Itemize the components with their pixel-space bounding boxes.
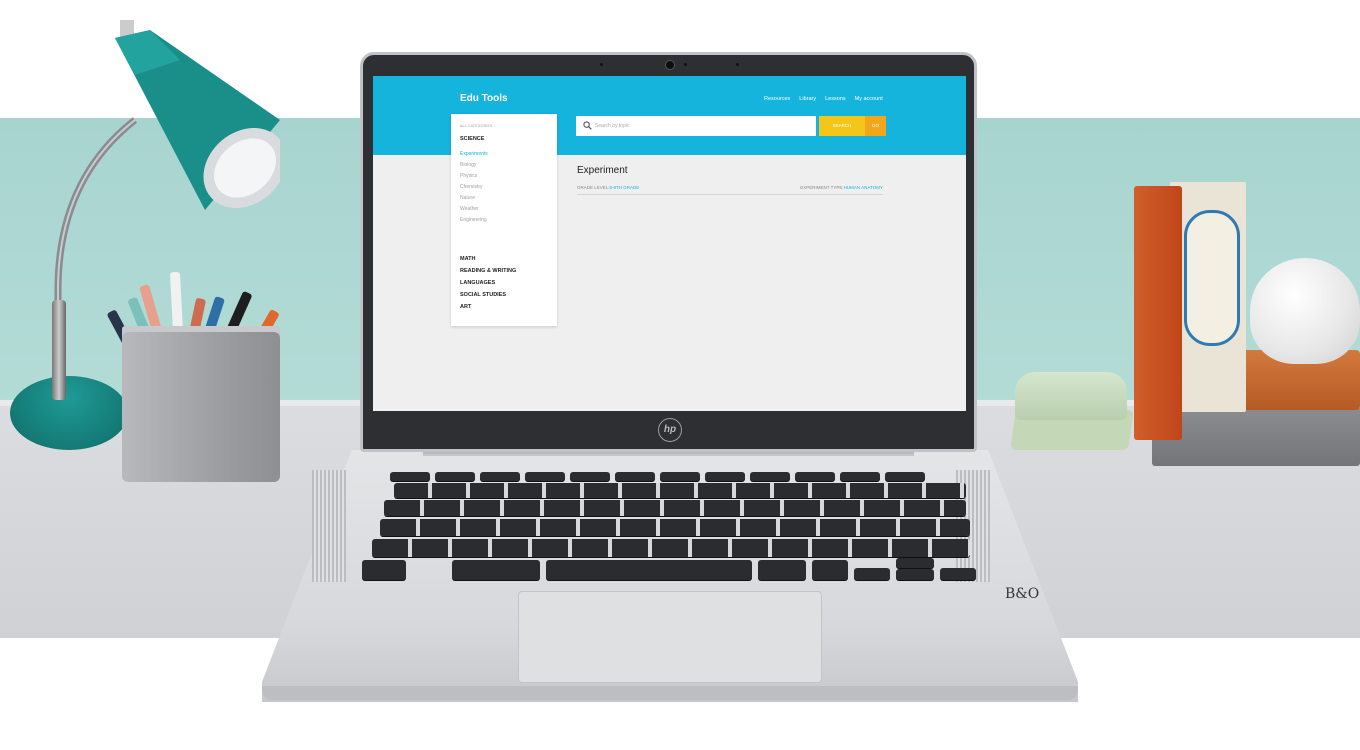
laptop-screen: Edu Tools Resources Library Lessons My a… (373, 76, 966, 411)
nav-link-library[interactable]: Library (799, 96, 816, 102)
book-cover-illustration (1184, 210, 1240, 346)
arrow-down-key[interactable] (896, 569, 934, 580)
alt-key-right[interactable] (758, 560, 806, 580)
app-brand[interactable]: Edu Tools (460, 93, 508, 104)
cup-body (122, 332, 280, 482)
key[interactable] (570, 472, 610, 481)
sidebar-caption[interactable]: ALL CATEGORIES (460, 124, 493, 128)
sidebar-subitem-chemistry[interactable]: Chemistry (460, 184, 483, 190)
audio-logo: B&O (1005, 586, 1040, 602)
alt-key[interactable] (452, 560, 540, 580)
arrow-left-key[interactable] (854, 568, 890, 580)
top-navigation: Resources Library Lessons My account (764, 96, 883, 102)
grade-level: GRADE LEVEL:6-8TH GRADE (577, 185, 639, 190)
search-button[interactable]: SEARCH (819, 116, 865, 136)
sidebar-item-social-studies[interactable]: SOCIAL STUDIES (460, 292, 506, 298)
sidebar-item-reading-writing[interactable]: READING & WRITING (460, 268, 516, 274)
sidebar-item-science[interactable]: SCIENCE (460, 136, 484, 142)
hp-logo: hp (658, 418, 682, 442)
shift-key-row[interactable] (372, 539, 970, 557)
category-sidebar: ALL CATEGORIES SCIENCE Experiments Biolo… (451, 114, 557, 326)
experiment-type-value[interactable]: HUMAN ANATOMY (844, 185, 883, 190)
ceramic-cactus (1250, 258, 1360, 364)
sensor-dot (684, 63, 687, 66)
keyboard[interactable] (360, 470, 980, 584)
key[interactable] (660, 472, 700, 481)
grey-box (1152, 406, 1360, 466)
sidebar-item-languages[interactable]: LANGUAGES (460, 280, 495, 286)
touchpad[interactable] (518, 591, 822, 683)
key[interactable] (705, 472, 745, 481)
key[interactable] (750, 472, 790, 481)
sidebar-item-math[interactable]: MATH (460, 256, 475, 262)
experiment-type: EXPERIMENT TYPE:HUMAN ANATOMY (800, 185, 883, 190)
grade-level-value[interactable]: 6-8TH GRADE (610, 185, 640, 190)
sidebar-item-art[interactable]: ART (460, 304, 471, 310)
key[interactable] (615, 472, 655, 481)
page-title: Experiment (577, 165, 628, 176)
sensor-dot (600, 63, 603, 66)
arrow-right-key[interactable] (940, 568, 976, 580)
lamp-stand (52, 300, 66, 400)
key[interactable] (795, 472, 835, 481)
key[interactable] (390, 472, 430, 481)
sidebar-subitem-nature[interactable]: Nature (460, 195, 475, 201)
key[interactable] (435, 472, 475, 481)
stapler (1015, 372, 1127, 420)
home-key-row[interactable] (380, 519, 970, 536)
sensor-dot (736, 63, 739, 66)
space-key[interactable] (546, 560, 752, 580)
sidebar-subitem-physics[interactable]: Physics (460, 173, 477, 179)
experiment-meta: GRADE LEVEL:6-8TH GRADE EXPERIMENT TYPE:… (577, 185, 883, 195)
ctrl-key-right[interactable] (812, 560, 848, 580)
nav-link-my-account[interactable]: My account (855, 96, 883, 102)
grade-level-label: GRADE LEVEL: (577, 185, 610, 190)
search-bar (576, 116, 816, 136)
experiment-type-label: EXPERIMENT TYPE: (800, 185, 844, 190)
webcam (665, 60, 675, 70)
sidebar-subitem-engineering[interactable]: Engineering (460, 217, 487, 223)
qwerty-key-row[interactable] (384, 500, 966, 516)
key[interactable] (480, 472, 520, 481)
number-key-row[interactable] (394, 483, 966, 498)
laptop-front-edge (262, 686, 1078, 700)
key[interactable] (525, 472, 565, 481)
arrow-up-key[interactable] (896, 558, 934, 568)
key[interactable] (840, 472, 880, 481)
speaker-grille-left (312, 470, 346, 582)
lamp-shade (115, 20, 280, 210)
sidebar-subitem-experiments[interactable]: Experiments (460, 151, 488, 157)
nav-link-resources[interactable]: Resources (764, 96, 790, 102)
sidebar-subitem-biology[interactable]: Biology (460, 162, 476, 168)
search-input[interactable] (595, 120, 805, 132)
search-icon[interactable] (583, 121, 592, 130)
sidebar-subitem-weather[interactable]: Weather (460, 206, 479, 212)
red-book (1134, 186, 1182, 440)
nav-link-lessons[interactable]: Lessons (825, 96, 846, 102)
go-button[interactable]: GO (865, 116, 886, 136)
key[interactable] (885, 472, 925, 481)
ctrl-key[interactable] (362, 560, 406, 580)
